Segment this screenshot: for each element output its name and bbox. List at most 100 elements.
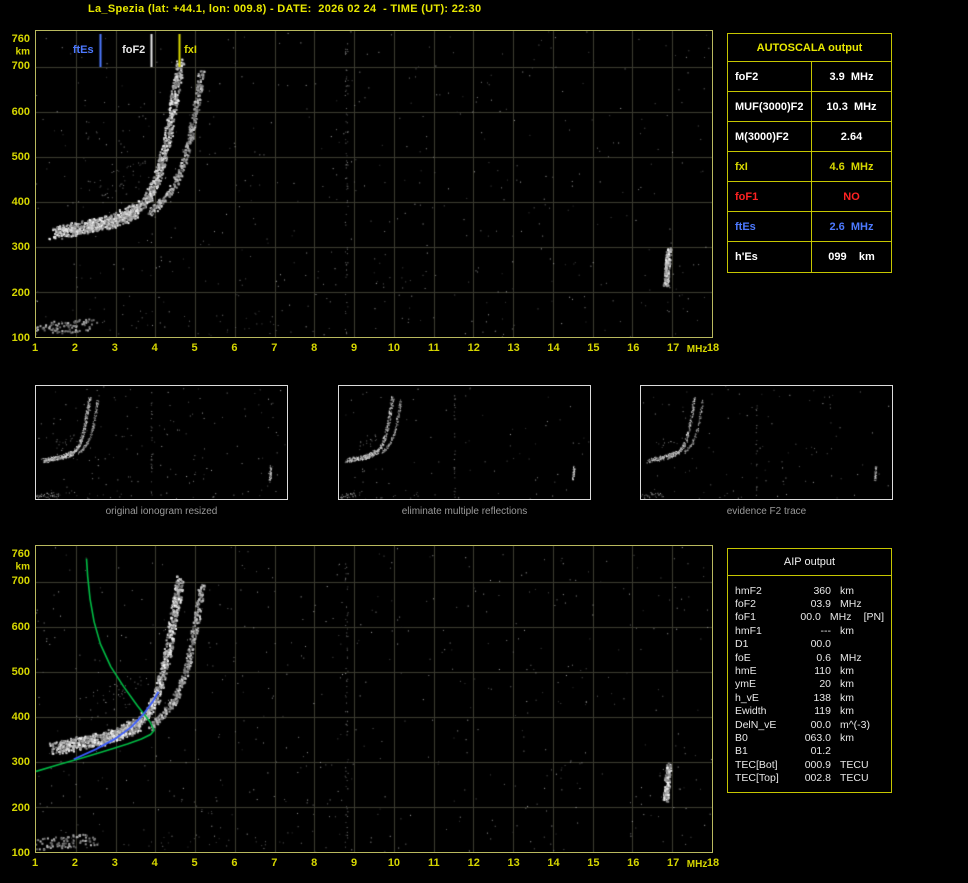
aip-row: TEC[Bot] 000.9 TECU	[728, 758, 891, 771]
autoscala-window: La_Spezia (lat: +44.1, lon: 009.8) - DAT…	[0, 0, 968, 883]
x-tick-label: 9	[351, 857, 357, 869]
aip-parameter-name: TEC[Bot]	[735, 759, 797, 771]
aip-parameter-name: ymE	[735, 678, 797, 690]
y-tick-label: 300	[12, 756, 30, 768]
x-tick-label: 8	[311, 342, 317, 354]
x-tick-label: 12	[468, 857, 480, 869]
x-tick-label: 13	[507, 342, 519, 354]
x-tick-label: 18	[707, 857, 719, 869]
aip-parameter-value: 063.0	[797, 732, 831, 744]
autoscala-parameter-name: MUF(3000)F2	[728, 92, 812, 121]
thumbnail-caption-original: original ionogram resized	[35, 506, 288, 517]
autoscala-parameter-value: 099 km	[812, 242, 891, 272]
aip-rows: hmF2 360 km foF2 03.9 MHz foF1 00.0 MHz	[728, 584, 891, 785]
aip-row: B1 01.2	[728, 745, 891, 758]
thumbnail-original-canvas	[36, 386, 287, 499]
aip-parameter-name: B0	[735, 732, 797, 744]
aip-parameter-name: hmF1	[735, 625, 797, 637]
x-tick-label: 17	[667, 857, 679, 869]
y-tick-label: 500	[12, 151, 30, 163]
aip-row: h_vE 138 km	[728, 691, 891, 704]
aip-parameter-value: ---	[797, 625, 831, 637]
aip-parameter-unit: km	[831, 585, 871, 597]
aip-parameter-value: 360	[797, 585, 831, 597]
aip-row: Ewidth 119 km	[728, 705, 891, 718]
thumbnail-caption-reflections: eliminate multiple reflections	[338, 506, 591, 517]
x-axis-unit-label: MHz	[687, 344, 708, 355]
autoscala-parameter-name: foF2	[728, 62, 812, 91]
aip-parameter-value: 00.0	[797, 719, 831, 731]
main-plot-y-axis: 760700600500400300200100km	[0, 30, 33, 338]
aip-parameter-unit: MHz	[831, 598, 871, 610]
aip-parameter-unit: MHz	[821, 611, 858, 623]
autoscala-row: foF1 NO	[728, 182, 891, 212]
thumbnail-f2-canvas	[641, 386, 892, 499]
aip-row: hmF2 360 km	[728, 584, 891, 597]
y-tick-label: 300	[12, 241, 30, 253]
x-tick-label: 3	[112, 857, 118, 869]
bottom-plot-y-axis: 760700600500400300200100km	[0, 545, 33, 853]
aip-parameter-name: foE	[735, 652, 797, 664]
x-tick-label: 16	[627, 342, 639, 354]
autoscala-row: fxI 4.6 MHz	[728, 152, 891, 182]
x-tick-label: 1	[32, 342, 38, 354]
autoscala-parameter-value: 10.3 MHz	[812, 92, 891, 121]
x-tick-label: 11	[428, 342, 440, 354]
autoscala-parameter-value: 3.9 MHz	[812, 62, 891, 91]
y-tick-label: 100	[12, 332, 30, 344]
aip-parameter-name: TEC[Top]	[735, 772, 797, 784]
autoscala-parameter-value: 4.6 MHz	[812, 152, 891, 181]
aip-parameter-name: h_vE	[735, 692, 797, 704]
marker-label-ftes: ftEs	[73, 44, 94, 56]
x-tick-label: 3	[112, 342, 118, 354]
y-tick-label: 760	[12, 548, 30, 560]
aip-parameter-name: B1	[735, 745, 797, 757]
station-date-title: La_Spezia (lat: +44.1, lon: 009.8) - DAT…	[88, 3, 481, 15]
autoscala-output-panel: AUTOSCALA output foF2 3.9 MHz MUF(3000)F…	[727, 33, 892, 273]
aip-parameter-name: hmF2	[735, 585, 797, 597]
autoscala-row: h'Es 099 km	[728, 242, 891, 272]
main-plot-x-axis: 123456789101112131415161718MHz	[35, 342, 713, 357]
aip-row: B0 063.0 km	[728, 731, 891, 744]
aip-parameter-unit: TECU	[831, 759, 871, 771]
aip-parameter-unit: km	[831, 692, 871, 704]
autoscala-row: ftEs 2.6 MHz	[728, 212, 891, 242]
aip-row: TEC[Top] 002.8 TECU	[728, 771, 891, 784]
aip-parameter-unit: m^(-3)	[831, 719, 871, 731]
aip-parameter-value: 03.9	[797, 598, 831, 610]
x-axis-unit-label: MHz	[687, 859, 708, 870]
autoscala-panel-title: AUTOSCALA output	[728, 34, 891, 62]
y-tick-label: 600	[12, 621, 30, 633]
x-tick-label: 5	[191, 857, 197, 869]
aip-parameter-value: 0.6	[797, 652, 831, 664]
aip-row: foE 0.6 MHz	[728, 651, 891, 664]
scaled-parameter-markers: ftEsfoF2fxI	[36, 31, 712, 337]
aip-parameter-unit: TECU	[831, 772, 871, 784]
x-tick-label: 15	[587, 857, 599, 869]
x-tick-label: 5	[191, 342, 197, 354]
aip-parameter-name: DelN_vE	[735, 719, 797, 731]
aip-row: D1 00.0	[728, 638, 891, 651]
aip-parameter-name: hmE	[735, 665, 797, 677]
x-tick-label: 15	[587, 342, 599, 354]
thumbnail-reflections-canvas	[339, 386, 590, 499]
autoscala-parameter-value: 2.64	[812, 122, 891, 151]
x-tick-label: 12	[468, 342, 480, 354]
aip-parameter-value: 119	[797, 705, 831, 717]
aip-parameter-unit: km	[831, 705, 871, 717]
autoscala-parameter-name: h'Es	[728, 242, 812, 272]
autoscala-row: M(3000)F2 2.64	[728, 122, 891, 152]
y-axis-unit-label: km	[16, 47, 30, 58]
aip-row: hmF1 --- km	[728, 624, 891, 637]
x-tick-label: 13	[507, 857, 519, 869]
bottom-plot-x-axis: 123456789101112131415161718MHz	[35, 857, 713, 872]
profile-ionogram-canvas	[36, 546, 712, 852]
autoscala-parameter-name: foF1	[728, 182, 812, 211]
profile-ionogram-plot	[35, 545, 713, 853]
aip-row: ymE 20 km	[728, 678, 891, 691]
x-tick-label: 16	[627, 857, 639, 869]
aip-row: hmE 110 km	[728, 664, 891, 677]
autoscala-parameter-value: 2.6 MHz	[812, 212, 891, 241]
y-tick-label: 700	[12, 60, 30, 72]
x-tick-label: 6	[231, 857, 237, 869]
